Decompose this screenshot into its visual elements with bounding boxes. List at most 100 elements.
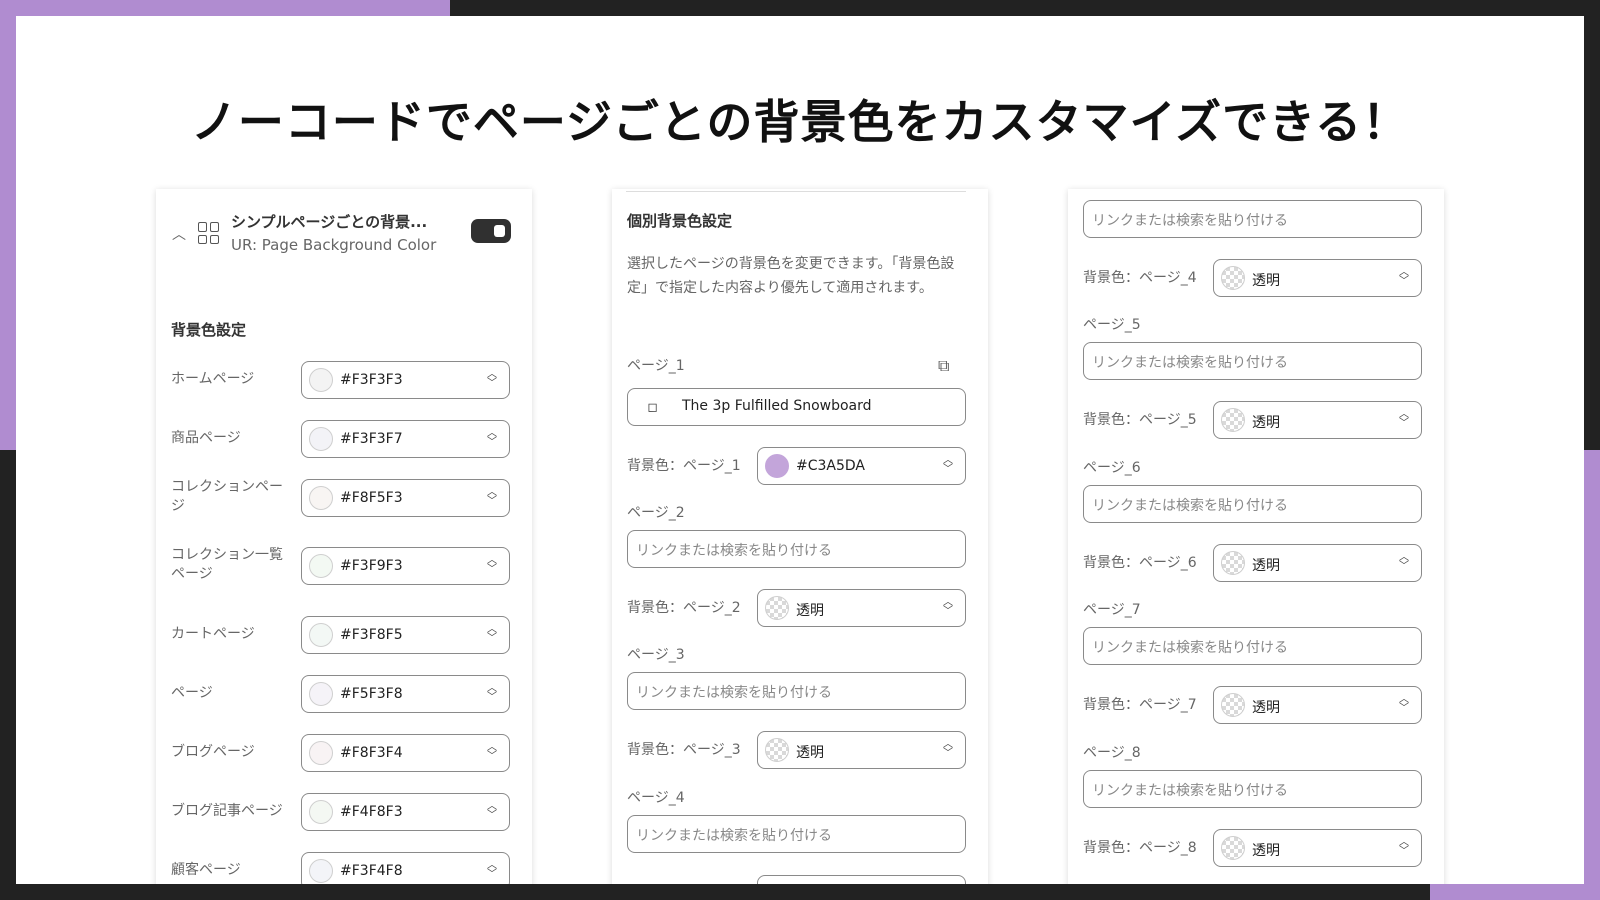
color-swatch xyxy=(309,741,333,765)
updown-chevron-icon: ︿ ﹀ xyxy=(943,739,953,759)
color-select-page-4[interactable]: 透明 ︿ ﹀ xyxy=(1213,259,1422,297)
transparent-swatch xyxy=(765,738,789,762)
color-value: #F8F5F3 xyxy=(340,490,403,506)
color-value: 透明 xyxy=(796,603,824,619)
color-value: #F3F3F3 xyxy=(340,372,403,388)
page-field-label: ページ_8 xyxy=(1083,745,1141,761)
external-link-icon[interactable]: ⧉ xyxy=(938,356,949,376)
color-select-collection[interactable]: #F8F5F3 ︿ ﹀ xyxy=(301,479,510,517)
updown-chevron-icon: ︿ ﹀ xyxy=(1399,409,1409,429)
color-select-customer[interactable]: #F3F4F8 ︿ ﹀ xyxy=(301,852,510,884)
color-value: #F4F8F3 xyxy=(340,804,403,820)
color-select-page-3[interactable]: 透明 ︿ ﹀ xyxy=(757,731,966,769)
color-select-page-2[interactable]: 透明 ︿ ﹀ xyxy=(757,589,966,627)
page-field-label: ページ_6 xyxy=(1083,460,1141,476)
page-8-link-input[interactable]: リンクまたは検索を貼り付ける xyxy=(1083,770,1422,808)
chevron-up-icon[interactable]: ︿ xyxy=(172,224,186,244)
page-7-link-input[interactable]: リンクまたは検索を貼り付ける xyxy=(1083,627,1422,665)
page-4-link-input[interactable]: リンクまたは検索を貼り付ける xyxy=(627,815,966,853)
updown-chevron-icon: ︿ ﹀ xyxy=(487,555,497,575)
color-swatch xyxy=(309,554,333,578)
product-name: The 3p Fulfilled Snowboard xyxy=(682,398,872,414)
color-select-page-1[interactable]: #C3A5DA ︿ ﹀ xyxy=(757,447,966,485)
page-6-link-input[interactable]: リンクまたは検索を貼り付ける xyxy=(1083,485,1422,523)
updown-chevron-icon: ︿ ﹀ xyxy=(1399,694,1409,714)
color-swatch xyxy=(309,623,333,647)
transparent-swatch xyxy=(1221,836,1245,860)
updown-chevron-icon: ︿ ﹀ xyxy=(487,428,497,448)
row-label: ブログページ xyxy=(171,744,255,760)
color-swatch xyxy=(309,368,333,392)
color-select-blog[interactable]: #F8F3F4 ︿ ﹀ xyxy=(301,734,510,772)
page-field-label: ページ_1 xyxy=(627,358,685,374)
color-value: 透明 xyxy=(1252,843,1280,859)
updown-chevron-icon: ︿ ﹀ xyxy=(487,487,497,507)
updown-chevron-icon: ︿ ﹀ xyxy=(487,860,497,880)
section-title: 背景色設定 xyxy=(171,321,247,339)
transparent-swatch xyxy=(1221,266,1245,290)
color-swatch xyxy=(309,859,333,883)
app-enable-toggle[interactable] xyxy=(471,219,511,243)
updown-chevron-icon: ︿ ﹀ xyxy=(487,801,497,821)
page-field-label: ページ_4 xyxy=(627,790,685,806)
color-select-page-7[interactable]: 透明 ︿ ﹀ xyxy=(1213,686,1422,724)
updown-chevron-icon: ︿ ﹀ xyxy=(487,683,497,703)
color-value: #F3F3F7 xyxy=(340,431,403,447)
tag-icon: ◇ xyxy=(641,396,663,418)
color-value: #C3A5DA xyxy=(796,458,866,474)
section-description: 選択したページの背景色を変更できます。「背景色設定」で指定した内容より優先して適… xyxy=(627,256,955,296)
color-select-page-4-partial[interactable] xyxy=(757,875,966,884)
headline: ノーコードでページごとの背景色をカスタマイズできる！ xyxy=(190,95,1410,149)
color-swatch xyxy=(309,427,333,451)
updown-chevron-icon: ︿ ﹀ xyxy=(943,597,953,617)
page-1-product-field[interactable]: ◇ The 3p Fulfilled Snowboard xyxy=(627,388,966,426)
transparent-swatch xyxy=(765,596,789,620)
updown-chevron-icon: ︿ ﹀ xyxy=(1399,552,1409,572)
page-field-label: ページ_7 xyxy=(1083,602,1141,618)
row-label: コレクションページ xyxy=(171,479,283,514)
bg-color-label: 背景色：ページ_1 xyxy=(627,458,741,474)
color-value: #F5F3F8 xyxy=(340,686,403,702)
color-select-page-8[interactable]: 透明 ︿ ﹀ xyxy=(1213,829,1422,867)
transparent-swatch xyxy=(1221,408,1245,432)
color-value: 透明 xyxy=(1252,415,1280,431)
updown-chevron-icon: ︿ ﹀ xyxy=(1399,267,1409,287)
color-value: #F3F9F3 xyxy=(340,558,403,574)
page-3-link-input[interactable]: リンクまたは検索を貼り付ける xyxy=(627,672,966,710)
row-label: ページ xyxy=(171,685,213,701)
bg-color-label: 背景色：ページ_6 xyxy=(1083,555,1197,571)
page-5-link-input[interactable]: リンクまたは検索を貼り付ける xyxy=(1083,342,1422,380)
bg-color-label: 背景色：ページ_7 xyxy=(1083,697,1197,713)
color-select-page[interactable]: #F5F3F8 ︿ ﹀ xyxy=(301,675,510,713)
color-value: 透明 xyxy=(1252,700,1280,716)
page-4-link-input[interactable]: リンクまたは検索を貼り付ける xyxy=(1083,200,1422,238)
color-select-cart[interactable]: #F3F8F5 ︿ ﹀ xyxy=(301,616,510,654)
color-swatch xyxy=(765,454,789,478)
page-field-label: ページ_5 xyxy=(1083,317,1141,333)
color-select-product[interactable]: #F3F3F7 ︿ ﹀ xyxy=(301,420,510,458)
bg-color-label: 背景色：ページ_2 xyxy=(627,600,741,616)
color-select-page-6[interactable]: 透明 ︿ ﹀ xyxy=(1213,544,1422,582)
page-field-label: ページ_2 xyxy=(627,505,685,521)
color-select-article[interactable]: #F4F8F3 ︿ ﹀ xyxy=(301,793,510,831)
color-select-collection-list[interactable]: #F3F9F3 ︿ ﹀ xyxy=(301,547,510,585)
section-title: 個別背景色設定 xyxy=(627,212,733,230)
row-label: ブログ記事ページ xyxy=(171,803,283,819)
transparent-swatch xyxy=(1221,693,1245,717)
page-field-label: ページ_3 xyxy=(627,647,685,663)
color-value: 透明 xyxy=(796,745,824,761)
page-2-link-input[interactable]: リンクまたは検索を貼り付ける xyxy=(627,530,966,568)
individual-settings-panel: 個別背景色設定 選択したページの背景色を変更できます。「背景色設定」で指定した内… xyxy=(612,189,988,884)
color-value: #F8F3F4 xyxy=(340,745,403,761)
bg-color-label: 背景色：ページ_3 xyxy=(627,742,741,758)
color-value: #F3F4F8 xyxy=(340,863,403,879)
color-select-page-5[interactable]: 透明 ︿ ﹀ xyxy=(1213,401,1422,439)
row-label: コレクション一覧ページ xyxy=(171,547,283,582)
individual-settings-panel-continued: リンクまたは検索を貼り付ける 背景色：ページ_4 透明 ︿ ﹀ ページ_5 リンク… xyxy=(1068,189,1444,884)
app-title: シンプルページごとの背景... xyxy=(231,213,428,231)
color-select-home[interactable]: #F3F3F3 ︿ ﹀ xyxy=(301,361,510,399)
slide-canvas: ノーコードでページごとの背景色をカスタマイズできる！ ︿ シンプルページごとの背… xyxy=(16,16,1584,884)
color-value: 透明 xyxy=(1252,558,1280,574)
app-blocks-icon xyxy=(198,222,220,244)
color-value: 透明 xyxy=(1252,273,1280,289)
